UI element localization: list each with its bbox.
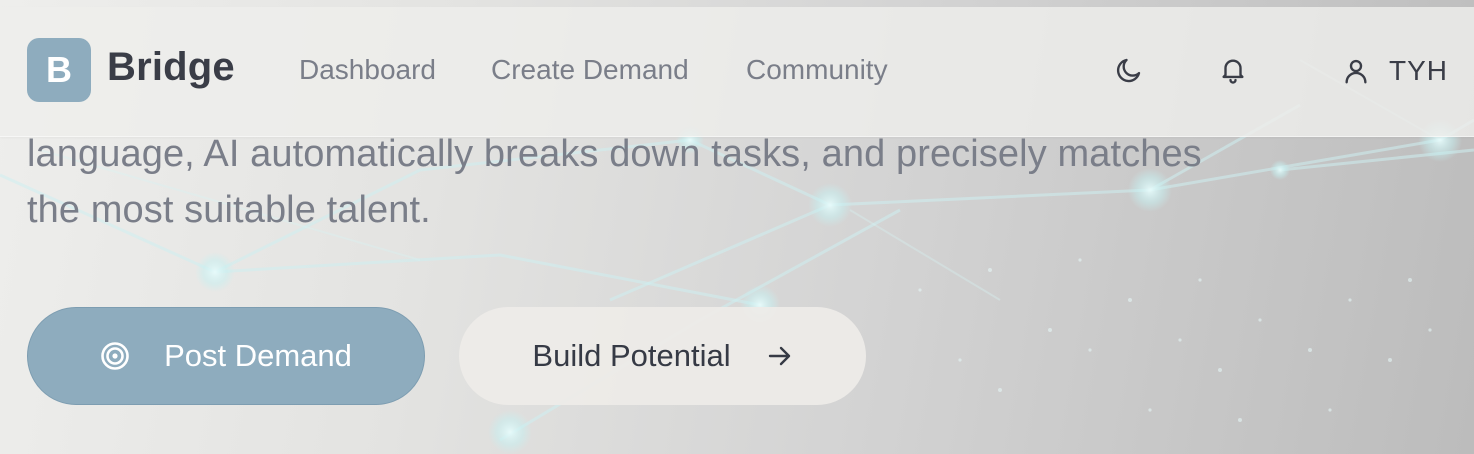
nav-link-community[interactable]: Community xyxy=(746,54,888,86)
build-potential-label: Build Potential xyxy=(532,338,731,373)
notifications-button[interactable] xyxy=(1216,53,1250,87)
post-demand-label: Post Demand xyxy=(164,338,352,373)
theme-toggle-button[interactable] xyxy=(1112,53,1146,87)
user-menu[interactable]: TYH xyxy=(1341,51,1448,91)
user-icon xyxy=(1341,56,1371,86)
bell-icon xyxy=(1218,55,1248,85)
brand-name[interactable]: Bridge xyxy=(107,45,235,90)
moon-icon xyxy=(1114,55,1144,85)
hero-description: language, AI automatically breaks down t… xyxy=(27,126,1387,238)
target-icon xyxy=(100,341,130,371)
user-name: TYH xyxy=(1389,55,1448,86)
logo-letter: B xyxy=(46,49,72,90)
post-demand-button[interactable]: Post Demand xyxy=(27,307,425,405)
hero-description-line: the most suitable talent. xyxy=(27,189,431,231)
nav-link-dashboard[interactable]: Dashboard xyxy=(299,54,436,86)
arrow-right-icon xyxy=(767,343,793,369)
logo-badge[interactable]: B xyxy=(27,38,91,102)
nav-link-create-demand[interactable]: Create Demand xyxy=(491,54,689,86)
top-navbar: B Bridge Dashboard Create Demand Communi… xyxy=(0,7,1474,137)
build-potential-button[interactable]: Build Potential xyxy=(459,307,866,405)
